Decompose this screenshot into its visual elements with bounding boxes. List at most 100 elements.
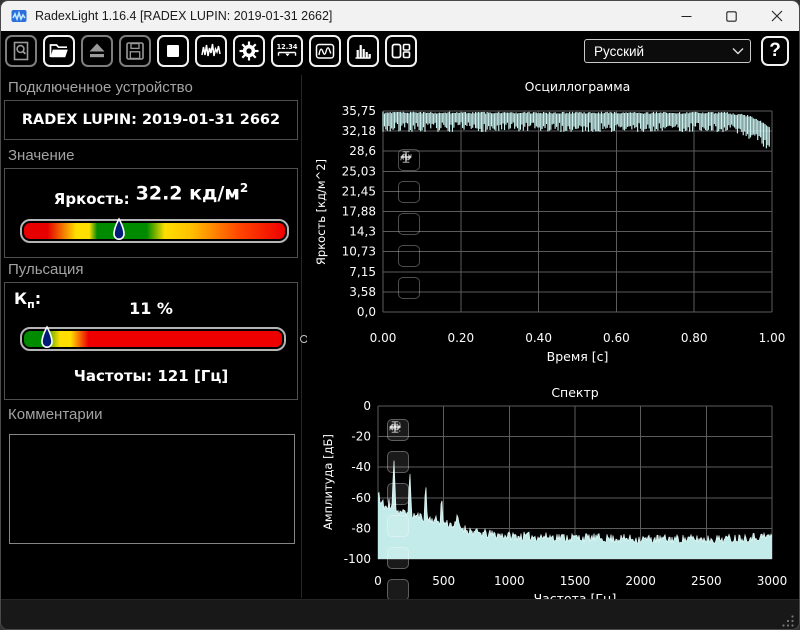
waveform-icon (201, 43, 221, 57)
comments-input[interactable] (9, 434, 295, 544)
svg-text:0.00: 0.00 (370, 331, 397, 345)
pulsation-section-label: Пульсация (8, 261, 84, 278)
oscillogram-tools (398, 149, 420, 299)
spec-fit-curve-button[interactable] (387, 423, 409, 473)
spectrum-view-icon (355, 45, 371, 59)
resize-grip[interactable] (781, 614, 795, 628)
device-name: RADEX LUPIN: 2019-01-31 2662 (21, 112, 281, 128)
osc-cursor-button[interactable] (398, 151, 420, 299)
svg-text:0.20: 0.20 (447, 331, 474, 345)
help-button[interactable]: ? (761, 36, 789, 66)
eject-icon (89, 43, 105, 58)
window-title: RadexLight 1.16.4 [RADEX LUPIN: 2019-01-… (35, 9, 333, 23)
pulsation-scale-bar (20, 325, 286, 351)
oscillogram-view-button[interactable] (309, 35, 341, 67)
svg-text:-20: -20 (351, 430, 371, 444)
svg-text:500: 500 (432, 574, 455, 588)
layout-panels-icon (391, 43, 411, 59)
svg-text:2000: 2000 (625, 574, 656, 588)
spec-zoom-out-button[interactable] (387, 426, 409, 537)
spectrum-view-button[interactable] (347, 35, 379, 67)
report-preview-button[interactable] (5, 35, 37, 67)
language-select[interactable]: Русский (584, 39, 751, 63)
svg-text:0.60: 0.60 (603, 331, 630, 345)
waveform-measure-button[interactable] (195, 35, 227, 67)
spectrum-plot-area[interactable]: 0-20-40-60-80-1000 500 1000 1500 2000 2500 300… (307, 379, 797, 619)
spec-cursor-button[interactable] (387, 421, 409, 601)
oscillogram-chart: Осциллограмма Яркость [кд/м^2] 35,75 32,1… (307, 79, 797, 379)
help-button-label: ? (769, 40, 781, 61)
svg-text:-100: -100 (344, 552, 371, 566)
comments-section-label: Комментарии (8, 406, 103, 423)
svg-text:1000: 1000 (494, 574, 525, 588)
save-button[interactable] (119, 35, 151, 67)
luminance-readout: Яркость: 32.2 кд/м2 (5, 181, 297, 208)
svg-text:1500: 1500 (560, 574, 591, 588)
svg-text:0,0: 0,0 (357, 305, 376, 319)
app-window: RadexLight 1.16.4 [RADEX LUPIN: 2019-01-… (0, 0, 800, 630)
value-section-label: Значение (8, 147, 75, 164)
svg-text:32,18: 32,18 (342, 124, 376, 138)
oscillogram-x-axis-label: Время [с] (546, 349, 609, 364)
svg-text:3000: 3000 (757, 574, 788, 588)
minimize-button[interactable] (664, 1, 709, 31)
digital-display-icon: 12.34 (277, 43, 298, 57)
layout-panels-button[interactable] (385, 35, 417, 67)
chevron-down-icon (732, 48, 744, 55)
svg-text:14,3: 14,3 (349, 225, 376, 239)
stop-measurement-button[interactable] (157, 35, 189, 67)
pulsation-marker-icon (41, 325, 53, 348)
osc-zoom-out-button[interactable] (398, 156, 420, 235)
oscillogram-view-icon (315, 43, 335, 59)
svg-text:1.00: 1.00 (759, 331, 786, 345)
svg-text:3,58: 3,58 (349, 285, 376, 299)
eject-device-button[interactable] (81, 35, 113, 67)
oscillogram-plot-area[interactable]: 35,75 32,18 28,6 25,03 21,45 17,88 14,3 10,73 7,… (307, 79, 797, 379)
open-file-button[interactable] (43, 35, 75, 67)
stop-icon (167, 45, 179, 57)
osc-zoom-in-button[interactable] (398, 152, 420, 203)
value-box: Яркость: 32.2 кд/м2 (4, 168, 298, 258)
maximize-button[interactable] (709, 1, 754, 31)
svg-text:28,6: 28,6 (349, 144, 376, 158)
close-button[interactable] (754, 1, 799, 31)
svg-text:0: 0 (363, 399, 371, 413)
spectrum-tools (387, 419, 409, 601)
svg-text:10,73: 10,73 (342, 245, 376, 259)
svg-text:2500: 2500 (691, 574, 722, 588)
minimize-icon (681, 15, 692, 17)
maximize-icon (726, 10, 737, 22)
svg-text:35,75: 35,75 (342, 104, 376, 118)
app-logo-icon (11, 10, 27, 22)
status-bar (1, 599, 799, 629)
device-section-label: Подключенное устройство (8, 79, 193, 96)
gear-icon (239, 41, 259, 61)
language-select-value: Русский (594, 43, 645, 59)
settings-button[interactable] (233, 35, 265, 67)
svg-text:7,15: 7,15 (349, 265, 376, 279)
spectrum-chart: Спектр Амплитуда [дБ] 0 -20 -40 -60 -80 -100 0… (307, 379, 797, 619)
svg-text:-40: -40 (351, 460, 371, 474)
luminance-value: 32.2 кд/м2 (135, 181, 249, 205)
cursor-ibeam-icon (391, 421, 399, 433)
luminance-label: Яркость: (53, 190, 130, 208)
svg-text:17,88: 17,88 (342, 204, 376, 218)
svg-text:0: 0 (374, 574, 382, 588)
luminance-marker-icon (112, 217, 125, 240)
svg-text:-80: -80 (351, 521, 371, 535)
pulsation-gradient (24, 331, 282, 347)
close-icon (771, 10, 782, 22)
spec-zoom-in-button[interactable] (387, 422, 409, 505)
cursor-ibeam-icon (402, 151, 410, 163)
toolbar: 12.34 Русский ? (1, 31, 799, 71)
digital-display-button[interactable]: 12.34 (271, 35, 303, 67)
save-floppy-icon (126, 42, 144, 60)
osc-pan-button[interactable] (398, 153, 420, 267)
svg-text:25,03: 25,03 (342, 164, 376, 178)
kp-value: 11 % (129, 299, 173, 318)
svg-text:-60: -60 (351, 491, 371, 505)
luminance-scale-bar (20, 217, 289, 243)
svg-text:0.40: 0.40 (525, 331, 552, 345)
titlebar: RadexLight 1.16.4 [RADEX LUPIN: 2019-01-… (1, 1, 799, 31)
spec-pan-button[interactable] (387, 423, 409, 569)
